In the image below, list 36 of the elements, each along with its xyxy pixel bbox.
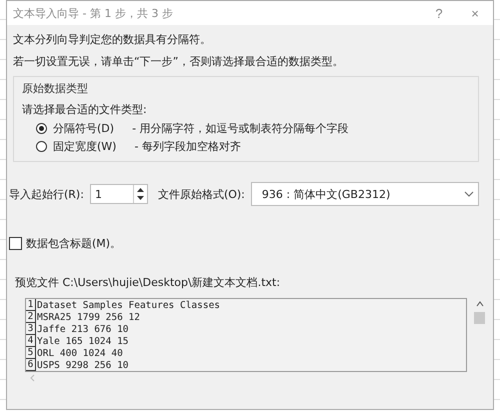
start-row-label: 导入起始行(R): — [9, 186, 84, 202]
radio-button[interactable] — [36, 123, 47, 134]
encoding-dropdown[interactable]: 936 : 简体中文(GB2312) — [250, 182, 479, 206]
line-number: 1 — [26, 299, 36, 311]
help-button[interactable]: ? — [421, 6, 457, 20]
preview-line: Jaffe 213 676 10 — [37, 324, 129, 334]
line-number: 2 — [26, 311, 36, 323]
option-label[interactable]: 固定宽度(W) — [53, 139, 116, 154]
preview-label: 预览文件 C:\Users\hujie\Desktop\新建文本文档.txt: — [15, 275, 282, 290]
preview-line: USPS 9298 256 10 — [37, 360, 129, 370]
chevron-down-icon[interactable] — [464, 190, 474, 198]
scrollbar-thumb[interactable] — [474, 312, 485, 324]
preview-line: Yale 165 1024 15 — [37, 336, 129, 346]
preview-line: MSRA25 1799 256 12 — [37, 312, 140, 322]
intro-text: 若一切设置无误，请单击“下一步”，否则请选择最合适的数据类型。 — [13, 54, 344, 69]
window-title: 文本导入向导 - 第 1 步，共 3 步 — [13, 6, 174, 20]
down-arrow-icon[interactable] — [136, 194, 145, 202]
group-legend: 原始数据类型 — [22, 81, 88, 96]
start-row-spinner[interactable]: 1 — [90, 184, 148, 204]
close-button[interactable]: × — [457, 6, 493, 20]
checkbox[interactable] — [9, 237, 22, 250]
intro-text: 文本分列向导判定您的数据具有分隔符。 — [13, 32, 212, 47]
line-number: 5 — [26, 347, 36, 359]
group-prompt: 请选择最合适的文件类型: — [22, 102, 148, 117]
line-number: 3 — [26, 323, 36, 335]
encoding-label: 文件原始格式(O): — [158, 186, 245, 202]
checkbox-label[interactable]: 数据包含标题(M)。 — [26, 236, 122, 251]
option-description: - 用分隔字符，如逗号或制表符分隔每个字段 — [132, 121, 349, 136]
up-arrow-icon[interactable] — [136, 186, 145, 194]
option-label[interactable]: 分隔符号(D) — [53, 121, 114, 136]
preview-line: Dataset Samples Features Classes — [37, 300, 220, 310]
preview-line: ORL 400 1024 40 — [37, 348, 123, 358]
line-number: 4 — [26, 335, 36, 347]
option-description: - 每列字段加空格对齐 — [134, 139, 241, 154]
line-number: 6 — [26, 359, 36, 371]
radio-button[interactable] — [36, 141, 47, 152]
